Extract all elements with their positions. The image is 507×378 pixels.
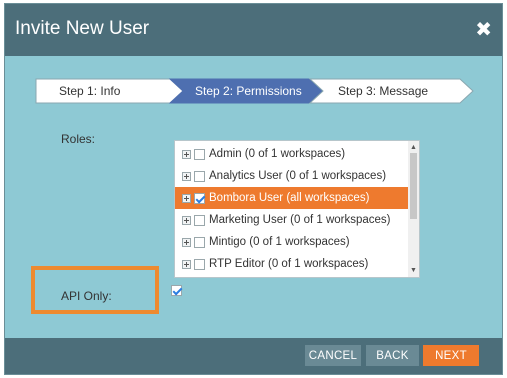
role-label: RTP Editor (0 of 1 workspaces) <box>209 258 369 270</box>
dialog-title: Invite New User <box>15 18 150 39</box>
cancel-button[interactable]: CANCEL <box>305 345 361 366</box>
role-label: Analytics User (0 of 1 workspaces) <box>209 170 387 182</box>
dialog-titlebar: Invite New User ✖ <box>5 4 502 56</box>
role-item-bombora-user[interactable]: Bombora User (all workspaces) <box>175 187 409 209</box>
scroll-up-arrow-icon[interactable]: ▲ <box>410 144 417 151</box>
expand-icon[interactable] <box>182 259 191 269</box>
role-item-marketing-user[interactable]: Marketing User (0 of 1 workspaces) <box>175 209 409 231</box>
step-info-tab[interactable]: Step 1: Info <box>59 84 120 98</box>
api-only-checkbox[interactable] <box>171 285 182 296</box>
scroll-down-arrow-icon[interactable]: ▼ <box>410 267 417 274</box>
expand-icon[interactable] <box>182 193 191 203</box>
role-item-rtp-editor[interactable]: RTP Editor (0 of 1 workspaces) <box>175 253 409 275</box>
role-checkbox[interactable] <box>194 236 205 248</box>
role-item-analytics-user[interactable]: Analytics User (0 of 1 workspaces) <box>175 165 409 187</box>
step-permissions-tab[interactable]: Step 2: Permissions <box>195 84 302 98</box>
role-label: Marketing User (0 of 1 workspaces) <box>209 214 391 226</box>
roles-scrollbar[interactable]: ▲ ▼ <box>408 141 419 277</box>
role-checkbox[interactable] <box>194 258 205 270</box>
role-checkbox[interactable] <box>194 148 205 160</box>
api-only-label: API Only: <box>61 289 112 303</box>
close-icon[interactable]: ✖ <box>475 17 492 42</box>
expand-icon[interactable] <box>182 149 191 159</box>
role-checkbox[interactable] <box>194 214 205 226</box>
expand-icon[interactable] <box>182 237 191 247</box>
scroll-thumb[interactable] <box>410 153 417 219</box>
expand-icon[interactable] <box>182 215 191 225</box>
wizard-steps: Step 1: Info Step 2: Permissions Step 3:… <box>35 78 475 104</box>
step-message-tab[interactable]: Step 3: Message <box>338 84 428 98</box>
role-label: Bombora User (all workspaces) <box>209 192 370 204</box>
role-checkbox[interactable] <box>194 170 205 182</box>
next-button[interactable]: NEXT <box>423 345 479 366</box>
role-item-mintigo[interactable]: Mintigo (0 of 1 workspaces) <box>175 231 409 253</box>
expand-icon[interactable] <box>182 171 191 181</box>
roles-list: Admin (0 of 1 workspaces) Analytics User… <box>174 140 420 278</box>
roles-label: Roles: <box>61 132 96 146</box>
role-label: Mintigo (0 of 1 workspaces) <box>209 236 350 248</box>
role-checkbox[interactable] <box>194 192 205 204</box>
back-button[interactable]: BACK <box>366 345 419 366</box>
dialog-footer: CANCEL BACK NEXT <box>5 338 502 374</box>
role-item-admin[interactable]: Admin (0 of 1 workspaces) <box>175 143 409 165</box>
role-label: Admin (0 of 1 workspaces) <box>209 148 346 160</box>
invite-user-dialog: Invite New User ✖ Step 1: Info Step 2: P… <box>4 3 503 375</box>
